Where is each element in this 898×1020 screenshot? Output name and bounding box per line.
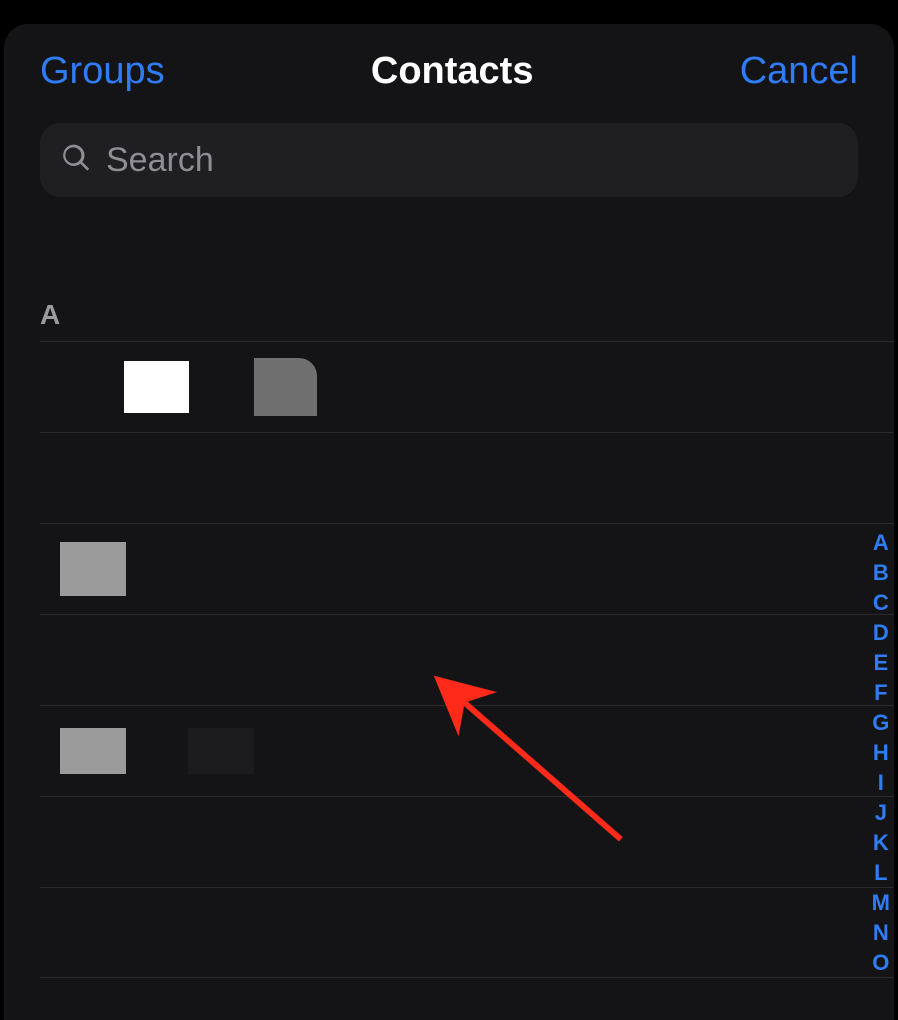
search-icon <box>60 142 92 179</box>
cancel-button[interactable]: Cancel <box>740 50 858 93</box>
redacted-block <box>60 728 126 774</box>
contacts-list: A <box>4 215 894 978</box>
alpha-index-letter[interactable]: B <box>873 562 889 584</box>
alpha-index-letter[interactable]: L <box>874 862 887 884</box>
alpha-index-letter[interactable]: N <box>873 922 889 944</box>
contact-row[interactable] <box>40 341 894 432</box>
alpha-index-letter[interactable]: D <box>873 622 889 644</box>
search-input[interactable] <box>106 141 838 180</box>
navbar: Groups Contacts Cancel <box>4 24 894 117</box>
contact-row[interactable] <box>40 523 894 614</box>
alpha-index-letter[interactable]: O <box>872 952 889 974</box>
contact-row[interactable] <box>40 887 894 978</box>
redacted-block <box>124 361 189 413</box>
search-bar[interactable] <box>40 123 858 197</box>
groups-button[interactable]: Groups <box>40 50 165 93</box>
alpha-index-letter[interactable]: C <box>873 592 889 614</box>
alpha-index-letter[interactable]: H <box>873 742 889 764</box>
contact-row[interactable] <box>40 705 894 796</box>
alpha-index-letter[interactable]: G <box>872 712 889 734</box>
contacts-sheet: Groups Contacts Cancel A ABCDEFGHIJKLMNO <box>4 24 894 1020</box>
redacted-block <box>188 728 254 774</box>
section-header: A <box>4 299 894 341</box>
redacted-block <box>60 542 126 596</box>
alpha-index-letter[interactable]: K <box>873 832 889 854</box>
search-bar-container <box>4 117 894 215</box>
alpha-index-letter[interactable]: A <box>873 532 889 554</box>
page-title: Contacts <box>165 50 740 93</box>
alpha-index-letter[interactable]: F <box>874 682 887 704</box>
alpha-index-letter[interactable]: E <box>873 652 888 674</box>
contact-row[interactable] <box>40 614 894 705</box>
contact-row[interactable] <box>40 432 894 523</box>
contact-row[interactable] <box>40 796 894 887</box>
alpha-index-letter[interactable]: J <box>875 802 887 824</box>
alpha-index-letter[interactable]: I <box>878 772 884 794</box>
redacted-block <box>254 358 317 416</box>
alphabet-index[interactable]: ABCDEFGHIJKLMNO <box>872 532 890 974</box>
alpha-index-letter[interactable]: M <box>872 892 890 914</box>
